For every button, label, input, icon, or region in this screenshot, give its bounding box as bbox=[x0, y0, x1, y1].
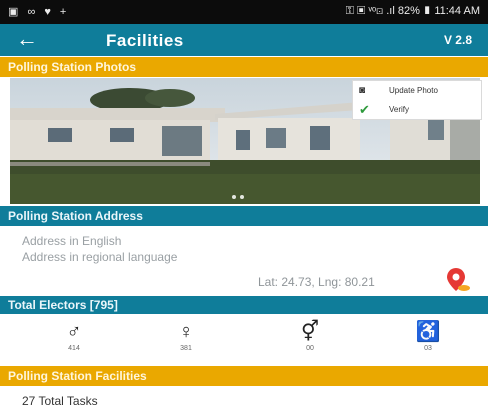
status-bar: ▣ ∞ ♥ + ⚿ ▣ ᵛᵒ⊡ .ıl 82% ▮ 11:44 AM bbox=[0, 0, 488, 24]
lat-lng-label: Lat: 24.73, Lng: 80.21 bbox=[258, 275, 375, 289]
map-pin-icon[interactable] bbox=[446, 266, 472, 294]
verify-item[interactable]: ✔ Verify bbox=[353, 100, 481, 119]
back-arrow-icon[interactable]: ← bbox=[16, 27, 38, 51]
status-icons-right: ⚿ ▣ ᵛᵒ⊡ .ıl 82% ▮ 11:44 AM bbox=[345, 5, 480, 17]
check-icon: ✔ bbox=[359, 102, 370, 117]
third-gender-count: 00 bbox=[306, 345, 314, 352]
female-count: 381 bbox=[180, 345, 192, 352]
app-bar: ← Facilities V 2.8 bbox=[0, 24, 488, 56]
total-tasks-label: 27 Total Tasks bbox=[22, 394, 98, 408]
disabled-count: 03 bbox=[424, 345, 432, 352]
electors-section-header: Total Electors [795] bbox=[0, 296, 488, 314]
photo-page-indicator bbox=[232, 186, 248, 204]
page-title: Facilities bbox=[106, 31, 184, 50]
camera-icon: ◙ bbox=[359, 85, 366, 96]
female-electors[interactable]: ♀ 381 bbox=[156, 320, 216, 360]
third-gender-electors[interactable]: ⚥ 00 bbox=[280, 320, 340, 360]
address-section-header: Polling Station Address bbox=[0, 206, 488, 226]
update-photo-label: Update Photo bbox=[389, 86, 438, 95]
facilities-section-header: Polling Station Facilities bbox=[0, 366, 488, 386]
photo-actions-menu: ◙ Update Photo ✔ Verify bbox=[352, 80, 482, 120]
page-dot[interactable] bbox=[240, 195, 244, 199]
disabled-icon: ♿ bbox=[415, 321, 441, 343]
version-label: V 2.8 bbox=[443, 33, 472, 47]
status-icons-left: ▣ ∞ ♥ + bbox=[8, 6, 70, 18]
verify-label: Verify bbox=[389, 105, 410, 114]
address-regional: Address in regional language bbox=[22, 250, 178, 264]
third-gender-icon: ⚥ bbox=[300, 321, 320, 343]
photos-section-header: Polling Station Photos bbox=[0, 57, 488, 77]
male-icon: ♂ bbox=[66, 321, 82, 343]
female-icon: ♀ bbox=[178, 321, 194, 343]
page-dot[interactable] bbox=[232, 195, 236, 199]
male-electors[interactable]: ♂ 414 bbox=[44, 320, 104, 360]
update-photo-item[interactable]: ◙ Update Photo bbox=[353, 81, 481, 100]
male-count: 414 bbox=[68, 345, 80, 352]
disabled-electors[interactable]: ♿ 03 bbox=[398, 320, 458, 360]
address-english: Address in English bbox=[22, 234, 122, 248]
